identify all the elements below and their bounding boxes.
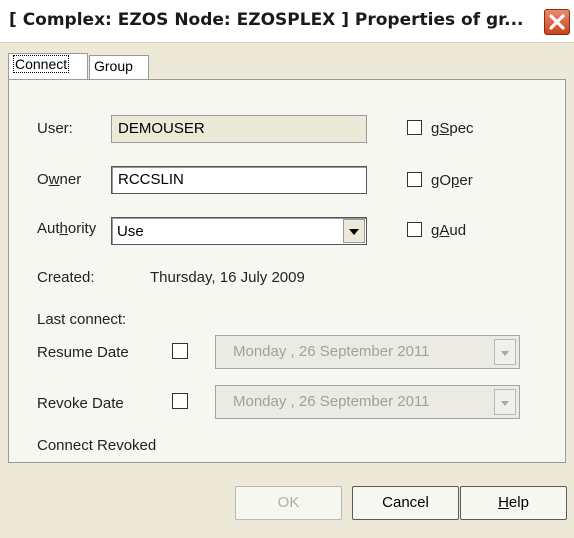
resume-date-dropdown [494, 339, 516, 365]
chevron-down-icon [349, 229, 359, 235]
owner-label: Owner [37, 171, 82, 188]
revoke-date-label: Revoke Date [37, 395, 124, 412]
tab-group[interactable]: Group [89, 55, 149, 79]
owner-input[interactable]: RCCSLIN [111, 166, 367, 194]
authority-select[interactable]: Use [111, 217, 367, 245]
chevron-down-icon [501, 351, 509, 356]
tab-connect[interactable]: Connect [8, 53, 88, 80]
authority-label: Authority [37, 220, 97, 237]
window-title: [ Complex: EZOS Node: EZOSPLEX ] Propert… [9, 10, 524, 30]
created-value: Thursday, 16 July 2009 [150, 269, 305, 286]
gspec-label: gSpec [431, 120, 474, 137]
close-button[interactable] [544, 9, 570, 35]
connect-revoked-text: Connect Revoked [37, 437, 157, 454]
revoke-date-dropdown [494, 389, 516, 415]
cancel-button[interactable]: Cancel [352, 486, 459, 520]
user-label: User: [37, 120, 73, 137]
revoke-date-checkbox[interactable] [172, 393, 188, 409]
revoke-date-value: Monday , 26 September 2011 [233, 393, 430, 410]
help-button[interactable]: Help [460, 486, 567, 520]
properties-dialog: [ Complex: EZOS Node: EZOSPLEX ] Propert… [0, 0, 574, 538]
close-x-icon [549, 14, 565, 30]
authority-value: Use [117, 223, 144, 240]
goper-label: gOper [431, 172, 473, 189]
ok-button[interactable]: OK [235, 486, 342, 520]
tab-group-label: Group [94, 58, 133, 74]
goper-checkbox[interactable] [407, 172, 422, 187]
resume-date-value: Monday , 26 September 2011 [233, 343, 430, 360]
gaud-label: gAud [431, 222, 467, 239]
gspec-checkbox[interactable] [407, 120, 422, 135]
title-bar[interactable]: [ Complex: EZOS Node: EZOSPLEX ] Propert… [0, 0, 574, 43]
gaud-checkbox[interactable] [407, 222, 422, 237]
dropdown-arrow-button[interactable] [343, 219, 365, 243]
revoke-date-picker: Monday , 26 September 2011 [215, 385, 520, 419]
created-label: Created: [37, 269, 95, 286]
chevron-down-icon [501, 401, 509, 406]
resume-date-picker: Monday , 26 September 2011 [215, 335, 520, 369]
user-field: DEMOUSER [111, 115, 367, 143]
tab-connect-label: Connect [13, 55, 70, 73]
resume-date-label: Resume Date [37, 344, 129, 361]
resume-date-checkbox[interactable] [172, 343, 188, 359]
last-connect-label: Last connect: [37, 311, 127, 328]
